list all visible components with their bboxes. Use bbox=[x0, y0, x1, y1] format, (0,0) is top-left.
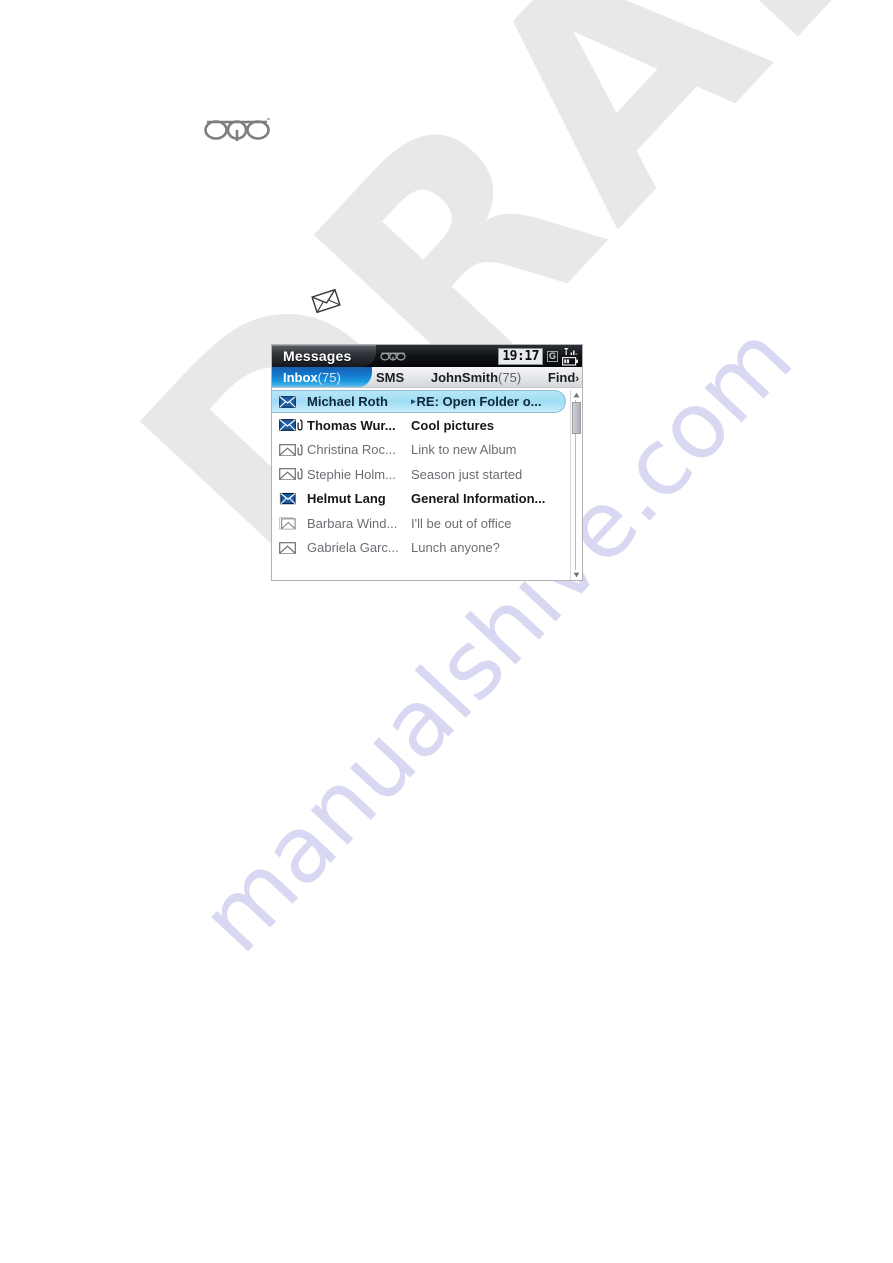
scrollbar[interactable] bbox=[570, 390, 581, 580]
envelope-replied-faded-icon bbox=[279, 516, 307, 530]
message-subject: Season just started bbox=[411, 466, 523, 482]
tab-inbox-text: Inbox bbox=[283, 370, 318, 385]
message-subject: I'll be out of office bbox=[411, 515, 512, 531]
tab-johnsmith[interactable]: JohnSmith(75) bbox=[431, 370, 521, 385]
table-row[interactable]: Helmut Lang General Information... bbox=[272, 487, 566, 512]
message-subject: General Information... bbox=[411, 491, 546, 507]
tab-find[interactable]: Find› bbox=[548, 370, 579, 385]
envelope-replied-icon bbox=[279, 492, 307, 505]
message-sender: Helmut Lang bbox=[307, 491, 386, 507]
tab-inbox-label: Inbox(75) bbox=[283, 370, 341, 385]
message-sender: Stephie Holm... bbox=[307, 466, 396, 482]
tab-inbox-count: (75) bbox=[317, 370, 341, 385]
envelope-unread-icon bbox=[279, 419, 296, 432]
ogo-logo bbox=[203, 112, 271, 147]
message-subject-text: RE: Open Folder o... bbox=[416, 394, 542, 409]
folder-tabbar: Inbox(75) SMS JohnSmith(75) Find› bbox=[272, 367, 582, 388]
message-subject: Link to new Album bbox=[411, 442, 517, 458]
page-title: Messages bbox=[283, 348, 352, 364]
ogo-logo bbox=[380, 350, 406, 361]
envelope-open-icon bbox=[279, 468, 296, 481]
signal-bars-icon bbox=[563, 347, 578, 356]
titlebar: Messages 19:17 G bbox=[272, 345, 582, 367]
table-row[interactable]: Stephie Holm... Season just started bbox=[272, 462, 566, 487]
status-indicators: 19:17 G bbox=[498, 345, 579, 367]
message-subject: Cool pictures bbox=[411, 417, 495, 433]
scroll-down-arrow-icon[interactable] bbox=[571, 570, 582, 580]
envelope-unread-icon bbox=[279, 395, 307, 408]
envelope-open-icon bbox=[279, 541, 307, 554]
message-sender: Thomas Wur... bbox=[307, 417, 396, 433]
gprs-icon: G bbox=[546, 350, 558, 362]
message-subject: Lunch anyone? bbox=[411, 540, 500, 556]
paperclip-icon bbox=[297, 419, 303, 431]
message-sender: Gabriela Garc... bbox=[307, 540, 399, 556]
paperclip-icon bbox=[297, 468, 303, 480]
message-list: Michael Roth ▸RE: Open Folder o... Thoma… bbox=[272, 388, 582, 580]
envelope-icon bbox=[310, 288, 342, 319]
table-row[interactable]: Gabriela Garc... Lunch anyone? bbox=[272, 536, 566, 561]
paperclip-icon bbox=[297, 444, 303, 456]
message-sender: Michael Roth bbox=[307, 394, 388, 409]
table-row[interactable]: Michael Roth ▸RE: Open Folder o... bbox=[272, 390, 566, 413]
table-row[interactable]: Barbara Wind... I'll be out of office bbox=[272, 511, 566, 536]
envelope-open-icon bbox=[279, 443, 296, 456]
device-screen: Messages 19:17 G Inbox(75) SMS JohnSmith… bbox=[271, 344, 583, 581]
table-row[interactable]: Christina Roc... Link to new Album bbox=[272, 438, 566, 463]
scroll-up-arrow-icon[interactable] bbox=[571, 390, 582, 400]
chevron-right-icon: › bbox=[575, 373, 579, 385]
message-sender: Christina Roc... bbox=[307, 442, 396, 458]
tab-sms-label: SMS bbox=[376, 370, 405, 385]
battery-icon bbox=[562, 356, 579, 366]
tab-sms[interactable]: SMS bbox=[376, 370, 404, 385]
clock: 19:17 bbox=[498, 347, 543, 365]
message-sender: Barbara Wind... bbox=[307, 515, 398, 531]
tab-johnsmith-label: JohnSmith bbox=[430, 370, 499, 385]
table-row[interactable]: Thomas Wur... Cool pictures bbox=[272, 413, 566, 438]
tab-find-label: Find bbox=[547, 370, 576, 385]
tab-johnsmith-count: (75) bbox=[498, 370, 522, 385]
thread-marker-icon: ▸ bbox=[411, 396, 416, 406]
message-subject: ▸RE: Open Folder o... bbox=[411, 394, 565, 409]
scrollbar-thumb[interactable] bbox=[572, 402, 581, 434]
watermark-layer: DRAFT manualshive.com bbox=[0, 0, 893, 1263]
